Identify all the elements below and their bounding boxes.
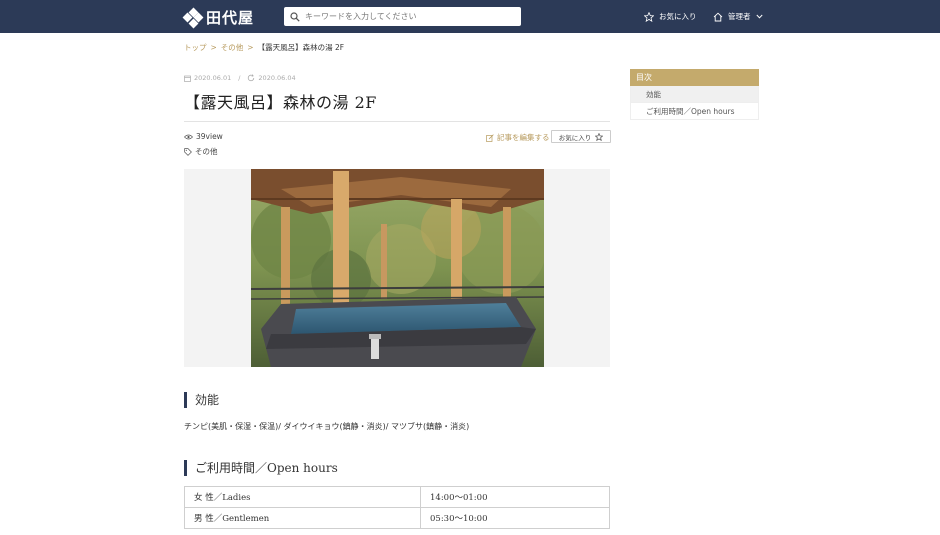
star-outline-icon	[595, 132, 604, 141]
toc-heading: 目次	[630, 69, 759, 86]
date-divider: /	[238, 74, 241, 82]
effect-heading: 効能	[184, 392, 219, 408]
outdoor-bath-photo	[251, 169, 544, 367]
toc-item-hours[interactable]: ご利用時間／Open hours	[630, 103, 759, 120]
header-admin-label: 管理者	[728, 12, 751, 21]
article-tag[interactable]: その他	[184, 146, 218, 157]
add-favorite-label: お気に入り	[558, 133, 592, 142]
article-dates: 2020.06.01 / 2020.06.04	[184, 74, 296, 82]
view-count-label: 39view	[196, 132, 223, 141]
breadcrumb-top-link[interactable]: トップ	[184, 42, 207, 53]
page-title: 【露天風呂】森林の湯 2F	[184, 93, 377, 112]
hours-time: 14:00～01:00	[420, 486, 610, 508]
hours-heading: ご利用時間／Open hours	[184, 460, 338, 476]
breadcrumb-current: 【露天風呂】森林の湯 2F	[257, 43, 345, 52]
hours-label: 女 性／Ladies	[184, 486, 421, 508]
logo-text: 田代屋	[206, 9, 255, 27]
star-outline-icon	[644, 11, 654, 22]
logo-diamond-icon	[182, 7, 204, 28]
breadcrumb-separator: >	[247, 43, 254, 52]
table-row: 男 性／Gentlemen 05:30～10:00	[184, 507, 610, 529]
table-of-contents: 目次 効能 ご利用時間／Open hours	[630, 69, 759, 120]
edit-article-link[interactable]: 記事を編集する	[486, 132, 550, 143]
add-favorite-button[interactable]: お気に入り	[551, 130, 611, 143]
hours-label: 男 性／Gentlemen	[184, 507, 421, 529]
site-logo[interactable]: 田代屋	[182, 7, 255, 28]
header-favorites-label: お気に入り	[659, 12, 697, 21]
title-divider	[184, 121, 610, 122]
updated-date: 2020.06.04	[258, 74, 296, 82]
table-row: 女 性／Ladies 14:00～01:00	[184, 486, 610, 508]
eye-icon	[184, 134, 193, 139]
top-header: 田代屋 お気に入り 管理者	[0, 0, 940, 33]
hero-image-frame	[184, 169, 610, 367]
breadcrumb-category-link[interactable]: その他	[221, 42, 244, 53]
view-count: 39view	[184, 132, 223, 141]
edit-icon	[486, 133, 494, 142]
breadcrumb-separator: >	[210, 43, 217, 52]
home-icon	[713, 12, 723, 21]
tag-icon	[184, 147, 192, 156]
search-icon	[290, 11, 300, 22]
chevron-down-icon	[755, 14, 763, 19]
refresh-icon	[248, 74, 255, 82]
effect-description: チンピ(美肌・保湿・保温)/ ダイウイキョウ(鎮静・消炎)/ マツブサ(鎮静・消…	[184, 422, 470, 431]
hours-table: 女 性／Ladies 14:00～01:00 男 性／Gentlemen 05:…	[184, 486, 610, 529]
outdoor-bath-illustration	[251, 169, 544, 367]
tag-label: その他	[195, 147, 218, 156]
toc-item-effect[interactable]: 効能	[630, 86, 759, 103]
search-box[interactable]	[284, 7, 521, 26]
created-date: 2020.06.01	[194, 74, 232, 82]
edit-article-label: 記事を編集する	[497, 133, 550, 142]
search-input[interactable]	[305, 12, 515, 21]
calendar-icon	[184, 75, 191, 82]
header-favorites-link[interactable]: お気に入り	[644, 11, 697, 22]
header-admin-menu[interactable]: 管理者	[713, 11, 763, 22]
breadcrumb: トップ > その他 > 【露天風呂】森林の湯 2F	[184, 42, 344, 53]
hours-time: 05:30～10:00	[420, 507, 610, 529]
